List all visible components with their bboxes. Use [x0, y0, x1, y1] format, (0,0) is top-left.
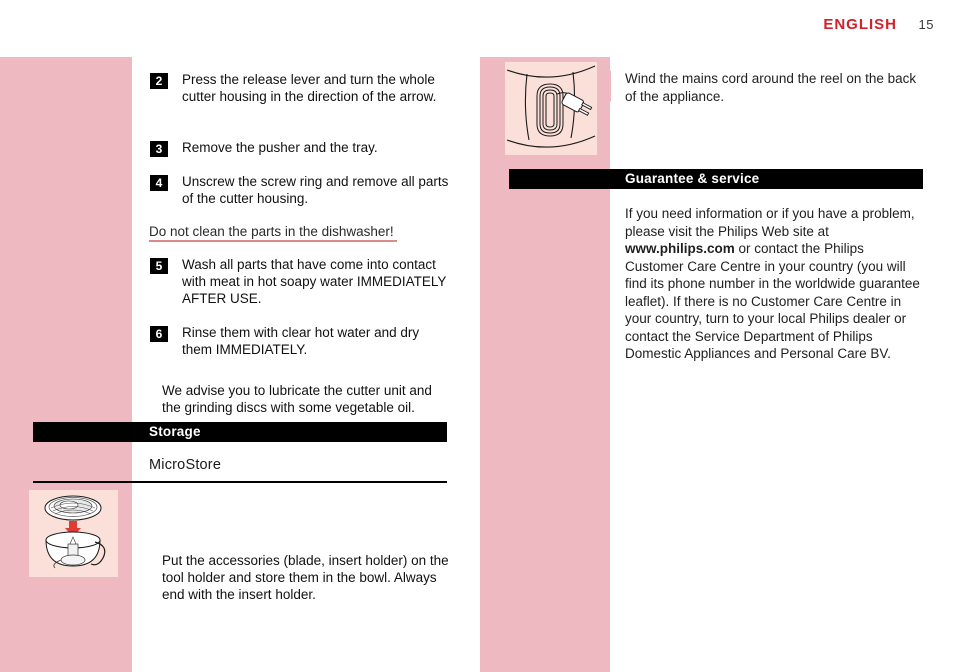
section-heading-storage: Storage	[33, 422, 447, 442]
cord-reel-graphic	[505, 64, 597, 154]
microstore-divider	[33, 481, 447, 483]
dishwasher-warning-underline	[149, 240, 397, 242]
header-language-label: ENGLISH	[823, 16, 897, 33]
guarantee-text-before-link: If you need information or if you have a…	[625, 206, 915, 239]
step-text: Press the release lever and turn the who…	[182, 72, 437, 104]
list-item: 4 Unscrew the screw ring and remove all …	[150, 173, 450, 207]
step-text: Unscrew the screw ring and remove all pa…	[182, 174, 449, 206]
section-heading-guarantee-label: Guarantee & service	[625, 171, 760, 186]
sub-heading-microstore: MicroStore	[149, 457, 222, 473]
guarantee-text-after-link: or contact the Philips Customer Care Cen…	[625, 241, 920, 361]
page-number: 15	[918, 17, 934, 32]
microstore-illustration-pointer	[118, 518, 132, 550]
step-text: Rinse them with clear hot water and dry …	[182, 325, 420, 357]
microstore-text: Put the accessories (blade, insert holde…	[162, 553, 449, 602]
guarantee-paragraph: If you need information or if you have a…	[625, 205, 925, 363]
page-header: ENGLISH 15	[0, 16, 954, 40]
cord-illustration-pointer	[597, 70, 611, 102]
section-heading-storage-label: Storage	[149, 424, 201, 439]
cord-instruction-text: Wind the mains cord around the reel on t…	[625, 71, 917, 104]
step-number-badge: 6	[150, 326, 168, 342]
step-number-badge: 3	[150, 141, 168, 157]
food-processor-bowl-illustration	[29, 490, 118, 577]
step-number-badge: 4	[150, 175, 168, 191]
list-item: 3 Remove the pusher and the tray.	[150, 139, 450, 157]
step-number-badge: 2	[150, 73, 168, 89]
list-item: 5 Wash all parts that have come into con…	[150, 256, 450, 307]
step-number-badge: 5	[150, 258, 168, 274]
philips-website-link[interactable]: www.philips.com	[625, 241, 735, 256]
section-heading-guarantee: Guarantee & service	[509, 169, 923, 189]
lubrication-advice-text: We advise you to lubricate the cutter un…	[162, 383, 432, 415]
food-processor-bowl-graphic	[44, 495, 106, 569]
list-item: 6 Rinse them with clear hot water and dr…	[150, 324, 450, 358]
step-text: Remove the pusher and the tray.	[182, 140, 378, 155]
list-item: 2 Press the release lever and turn the w…	[150, 71, 450, 105]
cord-reel-illustration	[505, 62, 597, 155]
step-text: Wash all parts that have come into conta…	[182, 257, 447, 306]
